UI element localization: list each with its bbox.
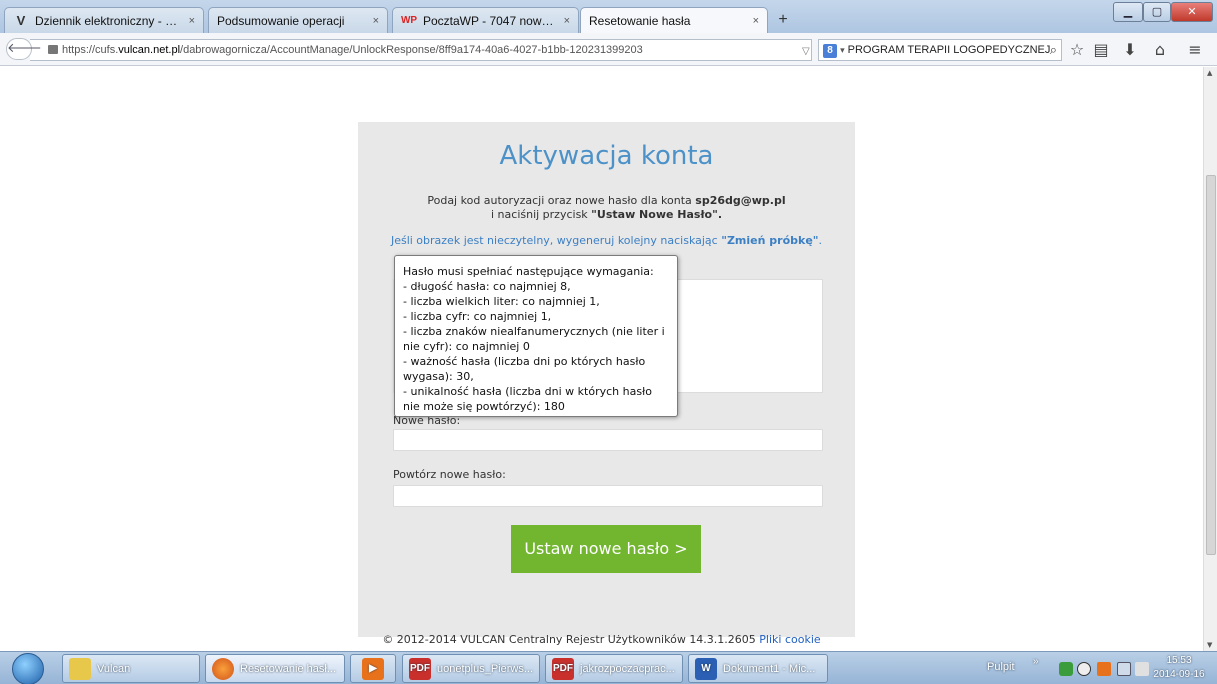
dropdown-arrow-icon[interactable]: ▽ bbox=[802, 46, 810, 57]
minimize-button[interactable]: ▁ bbox=[1113, 2, 1143, 22]
browser-tab-bar: V Dziennik elektroniczny - e-... × Podsu… bbox=[0, 0, 1217, 34]
repeat-password-label: Powtórz nowe hasło: bbox=[393, 468, 506, 481]
system-clock[interactable]: 15:53 2014-09-16 bbox=[1148, 654, 1210, 682]
wp-favicon-icon: WP bbox=[400, 15, 418, 26]
close-tab-icon[interactable]: × bbox=[564, 15, 570, 27]
menu-icon[interactable]: ≡ bbox=[1186, 41, 1204, 59]
word-icon: W bbox=[695, 657, 717, 680]
account-email: sp26dg@wp.pl bbox=[695, 194, 786, 207]
taskbar-item-firefox[interactable]: Resetowanie hasł... bbox=[205, 654, 345, 683]
back-button[interactable]: 🡐 bbox=[6, 38, 42, 60]
tab-label: Resetowanie hasła bbox=[589, 14, 691, 28]
page-title: Aktywacja konta bbox=[499, 141, 714, 171]
tab-dziennik[interactable]: V Dziennik elektroniczny - e-... × bbox=[4, 7, 204, 33]
scroll-down-arrow-icon[interactable]: ▼ bbox=[1207, 641, 1212, 649]
intro-text: Podaj kod autoryzacji oraz nowe hasło dl… bbox=[427, 194, 786, 221]
url-controls: ▽ C bbox=[802, 40, 811, 60]
media-player-icon: ▶ bbox=[362, 657, 384, 680]
antivirus-tray-icon[interactable] bbox=[1077, 662, 1091, 676]
close-tab-icon[interactable]: × bbox=[189, 15, 195, 27]
address-bar[interactable]: https://cufs.vulcan.net.pl/dabrowagornic… bbox=[30, 39, 812, 61]
repeat-password-input[interactable] bbox=[393, 485, 823, 507]
windows-taskbar: Vulcan Resetowanie hasł... ▶ PDF uonetpl… bbox=[0, 651, 1217, 684]
close-window-button[interactable]: ✕ bbox=[1171, 2, 1213, 22]
search-engine-dropdown-icon[interactable]: ▾ bbox=[840, 45, 845, 55]
captcha-hint: Jeśli obrazek jest nieczytelny, wygeneru… bbox=[390, 234, 823, 247]
tab-label: Podsumowanie operacji bbox=[217, 13, 345, 28]
change-sample-link[interactable]: "Zmień próbkę" bbox=[721, 234, 818, 247]
scroll-thumb[interactable] bbox=[1206, 175, 1216, 555]
tab-label: Dziennik elektroniczny - e-... bbox=[35, 13, 183, 28]
network-tray-icon[interactable] bbox=[1059, 662, 1073, 676]
search-input[interactable]: PROGRAM TERAPII LOGOPEDYCZNEJ bbox=[848, 44, 1051, 56]
display-tray-icon[interactable] bbox=[1117, 662, 1131, 676]
firefox-icon bbox=[212, 657, 234, 680]
url-domain: vulcan.net.pl bbox=[118, 44, 181, 56]
url-path: /dabrowagornicza/AccountManage/UnlockRes… bbox=[180, 44, 643, 56]
close-tab-icon[interactable]: × bbox=[753, 15, 759, 27]
taskbar-item-pdf-1[interactable]: PDF uonetplus_Pierws... bbox=[402, 654, 540, 683]
volume-muted-icon[interactable] bbox=[1135, 662, 1149, 676]
search-icon[interactable]: ⌕ bbox=[1050, 40, 1057, 60]
password-requirements-tooltip: Hasło musi spełniać następujące wymagani… bbox=[394, 255, 678, 417]
vertical-scrollbar[interactable]: ▲ ▼ bbox=[1203, 67, 1217, 651]
tab-pocztawp[interactable]: WP PocztaWP - 7047 nowych × bbox=[392, 7, 579, 33]
scroll-up-arrow-icon[interactable]: ▲ bbox=[1207, 69, 1212, 77]
new-password-input[interactable] bbox=[393, 429, 823, 451]
pdf-icon: PDF bbox=[409, 657, 431, 680]
clock-time: 15:53 bbox=[1166, 655, 1192, 666]
tab-label: PocztaWP - 7047 nowych bbox=[423, 13, 558, 28]
page-content: Aktywacja konta Podaj kod autoryzacji or… bbox=[0, 67, 1203, 651]
vulcan-favicon-icon: V bbox=[16, 13, 26, 28]
clock-date: 2014-09-16 bbox=[1153, 669, 1205, 680]
start-button[interactable] bbox=[12, 653, 44, 684]
app-tray-icon[interactable] bbox=[1097, 662, 1111, 676]
downloads-icon[interactable]: ⬇ bbox=[1121, 41, 1139, 59]
home-icon[interactable]: ⌂ bbox=[1151, 41, 1169, 59]
button-name-ref: "Ustaw Nowe Hasło". bbox=[591, 208, 722, 221]
taskbar-item-media-player[interactable]: ▶ bbox=[350, 654, 396, 683]
google-search-icon[interactable]: 8 bbox=[823, 44, 837, 58]
lock-icon bbox=[48, 45, 58, 54]
tab-podsumowanie[interactable]: Podsumowanie operacji × bbox=[208, 7, 388, 33]
taskbar-item-word[interactable]: W Dokument1 - Mic... bbox=[688, 654, 828, 683]
footer-copyright: © 2012-2014 VULCAN Centralny Rejestr Uży… bbox=[382, 633, 760, 646]
url-prefix: https://cufs. bbox=[62, 44, 119, 56]
pdf-icon: PDF bbox=[552, 657, 574, 680]
navigation-bar: https://cufs.vulcan.net.pl/dabrowagornic… bbox=[0, 33, 1217, 66]
expand-toolbar-icon[interactable]: » bbox=[1033, 656, 1039, 667]
bookmark-star-icon[interactable]: ☆ bbox=[1068, 41, 1086, 59]
search-bar[interactable]: 8 ▾ PROGRAM TERAPII LOGOPEDYCZNEJ ⌕ bbox=[818, 39, 1062, 61]
folder-icon bbox=[69, 657, 91, 680]
bookmarks-menu-icon[interactable]: ▤ bbox=[1092, 41, 1110, 59]
cookie-link[interactable]: Pliki cookie bbox=[759, 633, 820, 646]
close-tab-icon[interactable]: × bbox=[373, 15, 379, 27]
set-password-button[interactable]: Ustaw nowe hasło > bbox=[511, 525, 701, 573]
taskbar-item-vulcan[interactable]: Vulcan bbox=[62, 654, 200, 683]
pulpit-toolbar[interactable]: Pulpit bbox=[987, 661, 1015, 673]
maximize-button[interactable]: ▢ bbox=[1143, 2, 1171, 22]
new-tab-button[interactable]: + bbox=[772, 10, 794, 30]
footer: © 2012-2014 VULCAN Centralny Rejestr Uży… bbox=[0, 633, 1203, 646]
taskbar-item-pdf-2[interactable]: PDF jakrozpoczacprac... bbox=[545, 654, 683, 683]
tab-resetowanie[interactable]: Resetowanie hasła × bbox=[580, 7, 768, 34]
